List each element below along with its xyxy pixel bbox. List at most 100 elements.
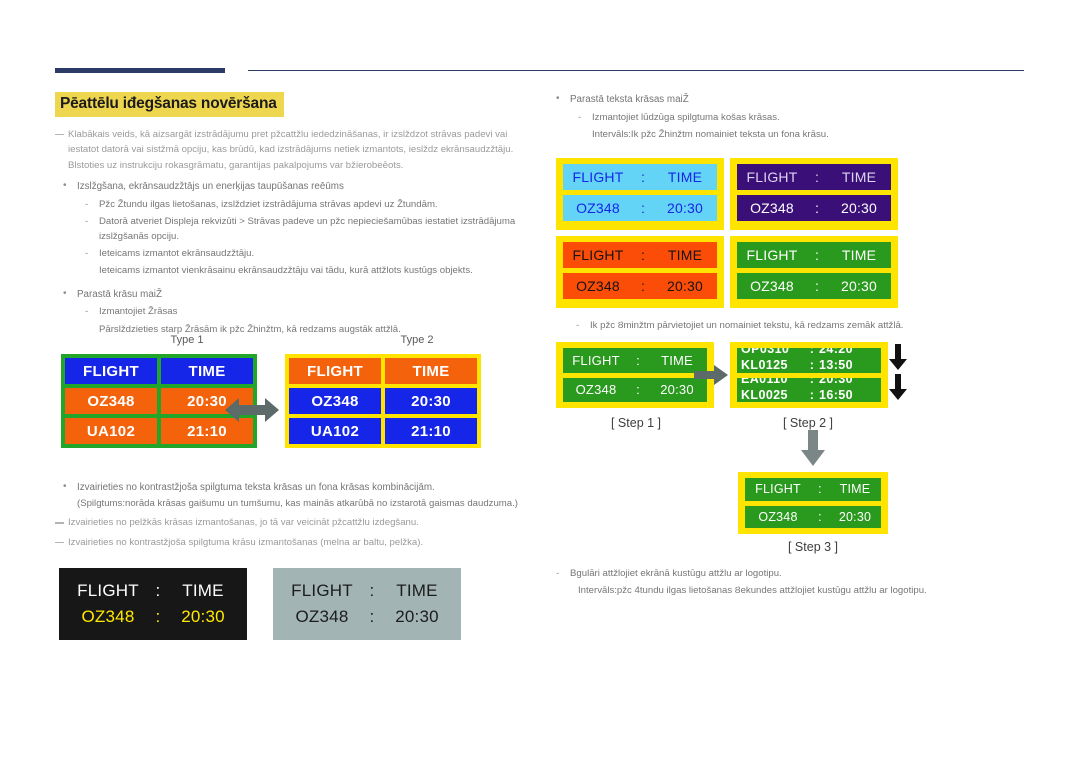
- sub-list: Izmantojiet lūdzūga spilgtuma košas krās…: [570, 110, 1028, 126]
- list-item: Izmantojiet Žrāsas: [77, 304, 535, 320]
- cyan-panel: FLIGHT : TIME OZ348 : 20:30: [556, 158, 724, 230]
- table-row: UA102 21:10: [289, 418, 477, 444]
- step1-caption: [ Step 1 ]: [610, 416, 662, 430]
- sample-panels: FLIGHT : TIME OZ348 : 20:30 FLIGHT : TIM…: [55, 568, 535, 658]
- down-arrow-icon-1: [888, 344, 908, 370]
- sample-header-row: FLIGHT : TIME: [69, 581, 237, 601]
- orange-panel: FLIGHT : TIME OZ348 : 20:30: [556, 236, 724, 308]
- scroll-flight: KL0025: [741, 387, 788, 402]
- board-header-time: TIME: [385, 358, 477, 384]
- down-arrow-icon-2: [888, 374, 908, 400]
- intro-note: Klabākais veids, kā aizsargāt izstrādāju…: [55, 127, 535, 174]
- sample-value-flight: OZ348: [295, 607, 349, 626]
- panel-header-row: FLIGHT : TIME: [737, 164, 891, 190]
- step-value-flight: OZ348: [575, 382, 617, 398]
- header-rule: [248, 70, 1024, 71]
- sample-header-row: FLIGHT : TIME: [283, 581, 451, 601]
- scroll-row-group-top: OP0310 : 24:20 KL0125 : 13:50: [737, 348, 881, 373]
- board-cell-flight: OZ348: [65, 388, 157, 414]
- panel-value-time: 20:30: [666, 200, 704, 216]
- scroll-time: 16:50: [819, 387, 853, 402]
- flight-board-type2: FLIGHT TIME OZ348 20:30 UA102 21:10: [285, 354, 481, 448]
- header-accent-bar: [55, 68, 225, 73]
- step-colon: :: [636, 352, 640, 368]
- list-item: Ik pžc Ȣminžtm pārvietojiet un nomainiet…: [568, 318, 1038, 334]
- right-bullet-list: Parastā teksta krāsas maiŽ Izmantojiet l…: [548, 91, 1028, 143]
- tail-sub-text: Intervāls:pžc 4tundu ilgas lietošanas Ȣe…: [578, 584, 927, 596]
- sample-label-time: TIME: [182, 581, 224, 600]
- sample-colon: :: [155, 581, 161, 600]
- sub-list: Ik pžc Ȣminžtm pārvietojiet un nomainiet…: [568, 318, 1038, 334]
- scroll-colon: :: [809, 377, 815, 386]
- panel-label-time: TIME: [667, 169, 703, 185]
- panel-colon: :: [814, 247, 820, 263]
- panel-label-flight: FLIGHT: [572, 247, 624, 263]
- gray-sample-panel: FLIGHT : TIME OZ348 : 20:30: [273, 568, 461, 640]
- panel-colon: :: [814, 200, 820, 216]
- step-label-flight: FLIGHT: [755, 482, 801, 497]
- left-lower-text: Izvairieties no kontrastžjoša spilgtuma …: [55, 474, 535, 554]
- color-variant-panels: FLIGHT : TIME OZ348 : 20:30 FLIGHT : TIM…: [556, 158, 898, 308]
- sample-label-flight: FLIGHT: [291, 581, 353, 600]
- panel-value-row: OZ348 : 20:30: [563, 195, 717, 221]
- sub-text: Ieteicams izmantot vienkrāsainu ekrānsau…: [99, 265, 473, 277]
- sample-value-time: 20:30: [395, 607, 439, 626]
- step2-caption: [ Step 2 ]: [782, 416, 834, 430]
- scroll-time: 24:20: [819, 348, 853, 356]
- scroll-colon: :: [809, 348, 815, 356]
- sample-colon: :: [155, 607, 161, 626]
- bullet-text: Izvairieties no kontrastžjoša spilgtuma …: [77, 482, 435, 493]
- panel-label-time: TIME: [841, 169, 877, 185]
- step-colon: :: [636, 382, 640, 398]
- scroll-line: EA0110 : 20:30: [737, 378, 881, 387]
- purple-panel: FLIGHT : TIME OZ348 : 20:30: [730, 158, 898, 230]
- panel-value-time: 20:30: [840, 278, 878, 294]
- left-bullet-list: Izslžgšana, ekrānsaudzžtājs un enerķijas…: [55, 178, 535, 338]
- board-header-time: TIME: [161, 358, 253, 384]
- panel-value-flight: OZ348: [576, 200, 620, 216]
- list-item: Parastā krāsu maiŽ Izmantojiet Žrāsas Pā…: [55, 286, 535, 338]
- panel-colon: :: [640, 247, 646, 263]
- type1-label: Type 1: [170, 334, 204, 346]
- panel-label-time: TIME: [667, 247, 703, 263]
- scroll-flight: EA0110: [741, 377, 788, 386]
- panel-colon: :: [814, 278, 820, 294]
- bullet-text: Izslžgšana, ekrānsaudzžtājs un enerķijas…: [77, 181, 344, 193]
- board-cell-time: 21:10: [385, 418, 477, 444]
- panel-colon: :: [640, 278, 646, 294]
- list-item: Parastā teksta krāsas maiŽ Izmantojiet l…: [548, 91, 1028, 143]
- sample-label-time: TIME: [396, 581, 438, 600]
- left-bullet-list-2: Izvairieties no kontrastžjoša spilgtuma …: [55, 479, 535, 511]
- step3-caption: [ Step 3 ]: [787, 540, 839, 554]
- left-note-3: Izvairieties no kontrastžjoša spilgtuma …: [55, 535, 535, 551]
- dark-sample-panel: FLIGHT : TIME OZ348 : 20:30: [59, 568, 247, 640]
- scroll-line: KL0025 : 16:50: [737, 387, 881, 403]
- step1-panel: FLIGHT : TIME OZ348 : 20:30: [556, 342, 714, 408]
- step-colon: :: [818, 509, 822, 524]
- down-arrow-icon-large: [800, 430, 826, 466]
- panel-header-row: FLIGHT : TIME: [563, 164, 717, 190]
- scroll-row-group-bottom: EA0110 : 20:30 KL0025 : 16:50: [737, 377, 881, 403]
- panel-value-flight: OZ348: [750, 200, 794, 216]
- panel-label-time: TIME: [841, 247, 877, 263]
- panel-header-row: FLIGHT : TIME: [737, 242, 891, 268]
- panel-colon: :: [640, 169, 646, 185]
- panel-colon: :: [814, 169, 820, 185]
- panel-value-flight: OZ348: [576, 278, 620, 294]
- step-value-time: 20:30: [838, 509, 872, 524]
- step-label-flight: FLIGHT: [572, 352, 620, 368]
- scroll-colon: :: [809, 387, 815, 402]
- step2-panel: OP0310 : 24:20 KL0125 : 13:50 EA0110 : 2…: [730, 342, 888, 408]
- sub-list: Izmantojiet Žrāsas: [77, 304, 535, 320]
- page-title: Pēattēlu iđegšanas novēršana: [55, 92, 284, 117]
- green-panel: FLIGHT : TIME OZ348 : 20:30: [730, 236, 898, 308]
- board-cell-flight: UA102: [65, 418, 157, 444]
- board-header-flight: FLIGHT: [289, 358, 381, 384]
- list-item: Izvairieties no kontrastžjoša spilgtuma …: [55, 479, 535, 511]
- panel-colon: :: [640, 200, 646, 216]
- board-cell-time: 20:30: [385, 388, 477, 414]
- sample-value-time: 20:30: [181, 607, 225, 626]
- board-cell-flight: OZ348: [289, 388, 381, 414]
- sub-text: Intervāls:Ik pžc Žhinžtm nomainiet tekst…: [592, 129, 829, 141]
- step-label-time: TIME: [839, 482, 871, 497]
